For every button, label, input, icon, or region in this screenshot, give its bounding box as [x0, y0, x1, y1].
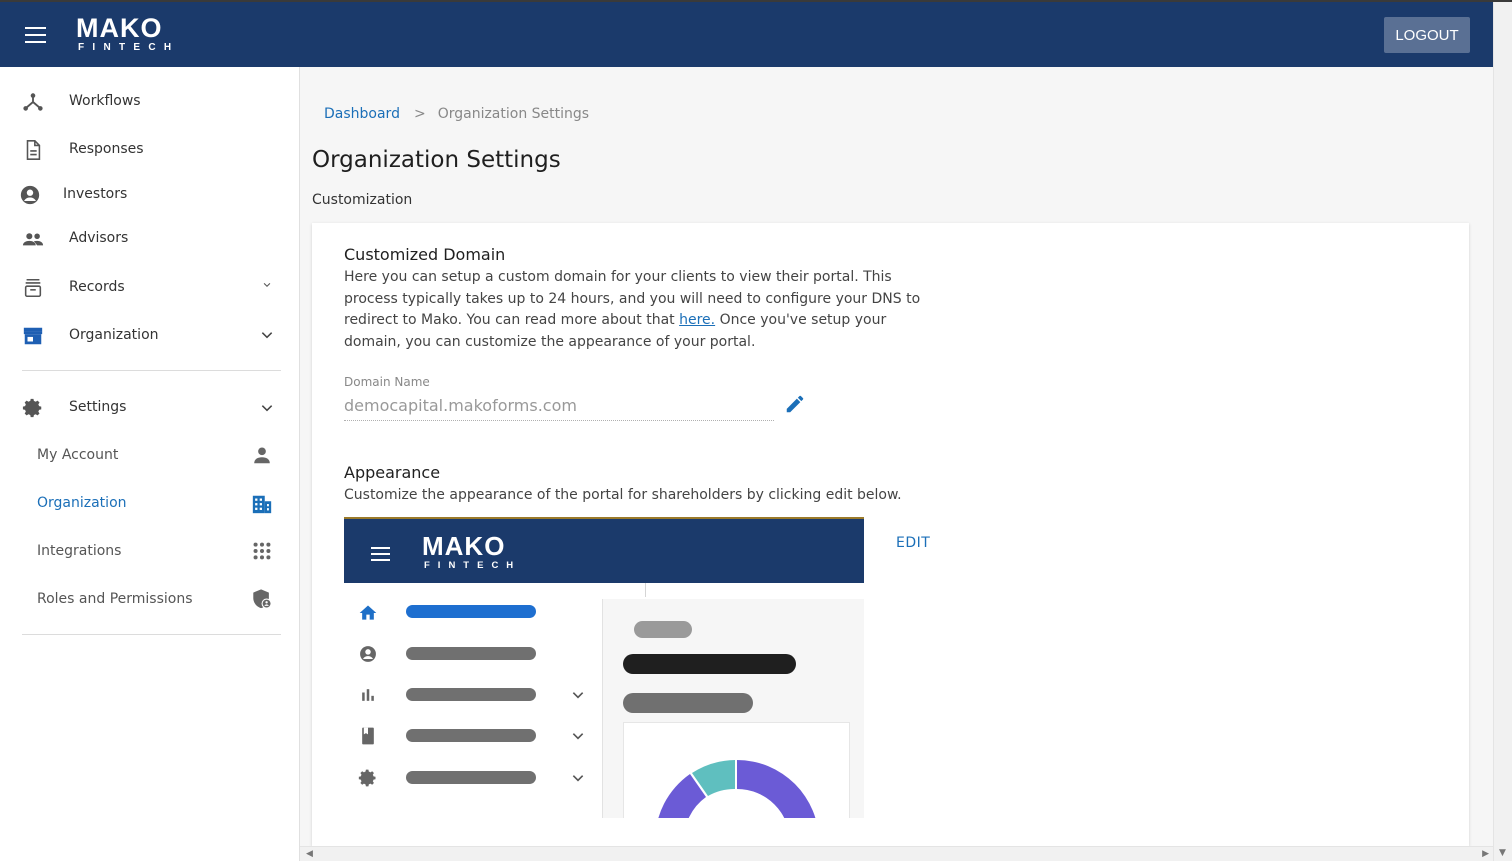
custom-domain-description: Here you can setup a custom domain for y… [344, 267, 944, 353]
document-icon [26, 140, 41, 160]
preview-logo-subtitle: FINTECH [424, 560, 522, 571]
vertical-scrollbar[interactable]: ▼ [1493, 2, 1512, 861]
customization-card: Customized Domain Here you can setup a c… [312, 223, 1469, 846]
gear-icon [358, 769, 376, 787]
sidebar-subitem-my-account[interactable]: My Account [0, 435, 300, 475]
mako-logo[interactable]: MAKO FINTECH [76, 14, 179, 54]
sidebar-divider [22, 634, 281, 635]
appearance-heading: Appearance [344, 463, 441, 482]
preview-nav-bar [406, 729, 536, 742]
sidebar-item-advisors[interactable]: Advisors [0, 218, 300, 258]
sidebar-item-label: Advisors [69, 230, 129, 246]
preview-header: MAKO FINTECH [344, 519, 864, 583]
chevron-down-icon [572, 733, 584, 740]
chevron-down-icon [572, 775, 584, 782]
sidebar-item-investors[interactable]: Investors [0, 174, 300, 214]
logout-button[interactable]: LOGOUT [1384, 17, 1470, 53]
sidebar-item-responses[interactable]: Responses [0, 129, 300, 169]
breadcrumb-separator: > [413, 106, 426, 122]
pencil-icon[interactable] [784, 393, 806, 415]
preview-placeholder-pill [623, 693, 753, 713]
preview-placeholder-pill [623, 654, 796, 674]
sidebar-subitem-label: Organization [37, 495, 127, 511]
preview-nav-bar [406, 688, 536, 701]
scroll-down-arrow-icon[interactable]: ▼ [1499, 846, 1506, 861]
gear-icon [22, 398, 42, 418]
custom-domain-heading: Customized Domain [344, 245, 506, 264]
sidebar-subitem-roles-permissions[interactable]: Roles and Permissions [0, 579, 300, 619]
sidebar-item-workflows[interactable]: Workflows [0, 81, 300, 121]
sidebar: Workflows Responses Investors Advisors R… [0, 67, 300, 861]
sidebar-item-label: Settings [69, 399, 127, 415]
admin-shield-icon [253, 589, 272, 609]
main-content: Dashboard > Organization Settings Organiza… [300, 67, 1493, 846]
logo-wordmark: MAKO [76, 13, 163, 43]
chevron-down-icon [263, 282, 271, 288]
scroll-right-arrow-icon[interactable]: ▶ [1482, 847, 1489, 861]
preview-nav-bar [406, 647, 536, 660]
account-circle-icon [360, 646, 376, 662]
bar-chart-icon [362, 689, 374, 701]
chevron-down-icon [261, 332, 273, 339]
people-icon [22, 233, 44, 246]
account-circle-icon [20, 185, 40, 205]
preview-nav-bar [406, 771, 536, 784]
sidebar-subitem-label: Roles and Permissions [37, 591, 193, 607]
menu-icon [371, 547, 390, 561]
edit-appearance-button[interactable]: EDIT [896, 533, 930, 553]
sidebar-item-label: Investors [63, 186, 128, 202]
preview-placeholder-pill [634, 621, 692, 638]
sidebar-subitem-label: My Account [37, 447, 119, 463]
sidebar-item-records[interactable]: Records [0, 267, 300, 307]
home-icon [359, 605, 377, 620]
preview-donut-chart [658, 760, 816, 818]
domain-name-field[interactable] [344, 391, 774, 421]
horizontal-scrollbar[interactable]: ◀ ▶ [300, 846, 1493, 861]
preview-chart-card [623, 722, 850, 818]
breadcrumb: Dashboard > Organization Settings [324, 104, 589, 124]
preview-nav-bar [406, 605, 536, 618]
app-window: MAKO FINTECH LOGOUT Workflows Responses [0, 0, 1512, 861]
sidebar-item-label: Organization [69, 327, 159, 343]
sidebar-item-settings[interactable]: Settings [0, 387, 300, 427]
apps-grid-icon [253, 542, 271, 560]
building-icon [252, 495, 272, 514]
logo-subtitle: FINTECH [78, 42, 180, 53]
breadcrumb-dashboard-link[interactable]: Dashboard [324, 106, 400, 122]
sidebar-subitem-organization[interactable]: Organization [0, 483, 300, 523]
page-title: Organization Settings [312, 147, 561, 173]
sidebar-item-label: Records [69, 279, 125, 295]
chevron-down-icon [572, 692, 584, 699]
chevron-down-icon [261, 405, 273, 412]
donut-segment-purple [737, 760, 816, 818]
menu-icon[interactable] [25, 27, 46, 43]
sidebar-item-label: Workflows [69, 93, 141, 109]
sidebar-divider [22, 370, 281, 371]
appearance-description: Customize the appearance of the portal f… [344, 487, 902, 503]
store-icon [23, 327, 43, 345]
portal-preview: MAKO FINTECH [344, 517, 864, 818]
archive-icon [24, 278, 42, 298]
domain-name-label: Domain Name [344, 375, 430, 389]
top-app-bar: MAKO FINTECH LOGOUT [0, 2, 1493, 67]
sidebar-item-organization[interactable]: Organization [0, 315, 300, 355]
sidebar-item-label: Responses [69, 141, 144, 157]
sidebar-subitem-integrations[interactable]: Integrations [0, 531, 300, 571]
sidebar-subitem-label: Integrations [37, 543, 122, 559]
preview-logo-wordmark: MAKO [422, 531, 506, 561]
breadcrumb-current: Organization Settings [437, 106, 590, 122]
preview-divider [645, 583, 646, 597]
person-icon [254, 447, 270, 464]
section-label: Customization [312, 192, 413, 208]
book-icon [362, 727, 374, 745]
scroll-left-arrow-icon[interactable]: ◀ [306, 847, 313, 861]
read-more-link[interactable]: here. [679, 312, 715, 328]
workflow-icon [23, 93, 43, 111]
preview-logo: MAKO FINTECH [422, 532, 521, 572]
